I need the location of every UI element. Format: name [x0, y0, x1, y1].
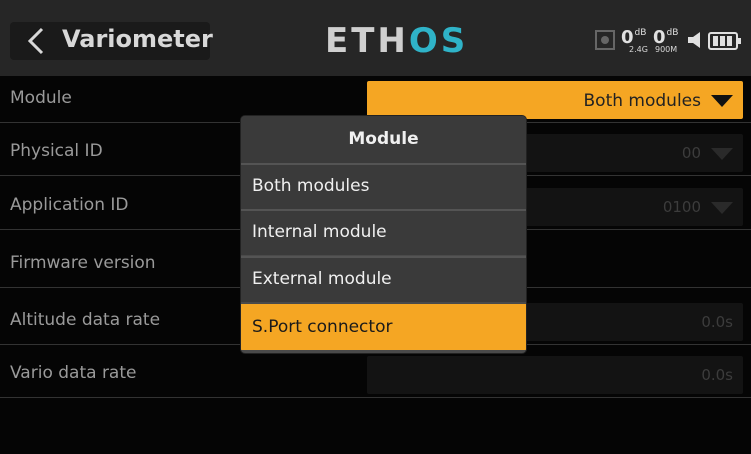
band-2g4-label: 2.4G	[629, 45, 648, 54]
row-label: Firmware version	[10, 253, 156, 273]
chevron-down-icon	[711, 202, 733, 214]
row-label: Altitude data rate	[10, 310, 161, 330]
band-900m-label: 900M	[655, 45, 678, 54]
top-bar: Variometer ETHOS 0dB 2.4G 0dB 900M	[0, 0, 751, 76]
speaker-icon[interactable]	[686, 30, 704, 50]
option-both-modules[interactable]: Both modules	[241, 163, 526, 209]
module-dropdown[interactable]: Both modules	[367, 81, 743, 119]
row-label: Vario data rate	[10, 363, 137, 383]
chevron-down-icon	[711, 95, 733, 107]
row-label: Module	[10, 88, 72, 108]
row-vario-data-rate: Vario data rate 0.0s	[0, 351, 751, 398]
page-title: Variometer	[62, 25, 213, 53]
row-label: Physical ID	[10, 141, 103, 161]
vario-rate-field[interactable]: 0.0s	[367, 356, 743, 394]
ethos-logo: ETHOS	[325, 21, 469, 61]
popup-title: Module	[241, 116, 526, 163]
option-internal-module[interactable]: Internal module	[241, 209, 526, 255]
battery-icon	[708, 32, 741, 50]
module-select-popup: Module Both modules Internal module Exte…	[241, 116, 526, 353]
chevron-down-icon	[711, 148, 733, 160]
record-icon	[595, 30, 615, 50]
option-external-module[interactable]: External module	[241, 256, 526, 302]
row-label: Application ID	[10, 195, 129, 215]
option-sport-connector[interactable]: S.Port connector	[241, 304, 526, 350]
chevron-left-icon[interactable]	[24, 26, 48, 56]
